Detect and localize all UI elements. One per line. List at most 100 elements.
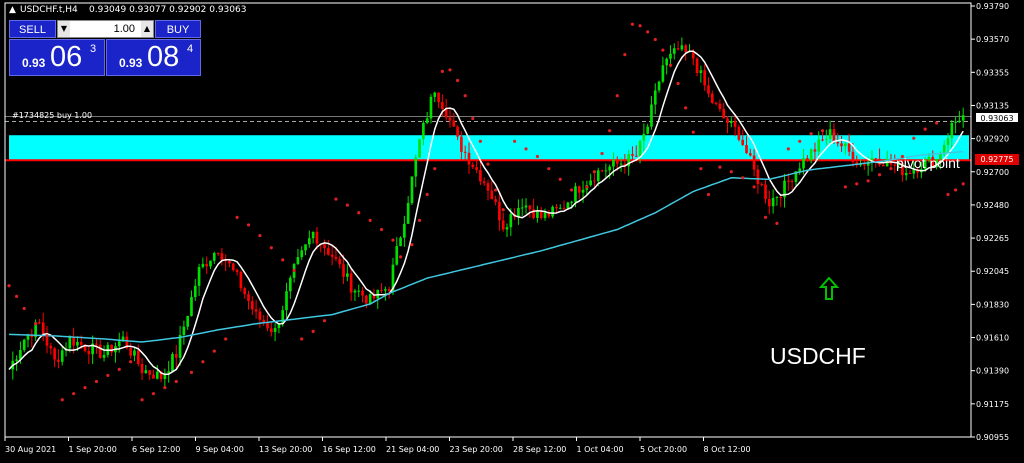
candle-body: [406, 203, 410, 224]
candle-body: [760, 184, 764, 186]
candle-body: [239, 271, 243, 289]
candle-body: [733, 120, 737, 127]
candle-body: [543, 212, 547, 218]
lot-size-value[interactable]: 1.00: [72, 21, 139, 37]
sar-dot: [676, 81, 680, 86]
candle-body: [653, 90, 657, 105]
candle-body: [676, 48, 680, 50]
buy-quote-button[interactable]: 0.93 08 4: [106, 39, 201, 76]
sar-dot: [953, 188, 958, 192]
sar-dot: [706, 192, 711, 197]
candle-body: [201, 263, 205, 267]
buy-quote-fraction: 4: [187, 43, 194, 55]
sar-dot: [34, 322, 38, 326]
sar-dot: [752, 185, 756, 189]
sar-dot: [292, 268, 296, 273]
candle-body: [327, 248, 330, 255]
candle-body: [809, 149, 813, 161]
sar-dot: [448, 68, 452, 72]
sar-dot: [535, 154, 540, 159]
x-tick-label: 1 Oct 04:00: [577, 445, 624, 454]
candle-body: [254, 309, 258, 312]
candle-body: [847, 143, 851, 152]
sar-dot: [425, 192, 429, 197]
sar-dot: [106, 373, 110, 378]
candle-body: [174, 354, 178, 358]
x-tick-label: 6 Sep 12:00: [132, 445, 180, 454]
candle-body: [604, 170, 608, 172]
candle-body: [193, 285, 197, 297]
candle-body: [528, 205, 532, 210]
candle-body: [954, 121, 957, 123]
lot-increase-icon[interactable]: ▲: [141, 21, 153, 37]
sar-dot: [668, 63, 673, 67]
sar-dot: [471, 116, 475, 121]
candle-body: [87, 350, 91, 355]
candle-body: [315, 231, 319, 244]
candle-body: [851, 151, 855, 163]
sar-dot: [570, 188, 574, 192]
candle-body: [380, 289, 383, 291]
candle-body: [136, 350, 140, 365]
sar-dot: [501, 208, 505, 212]
candle-body: [950, 122, 954, 139]
candle-body: [684, 45, 688, 53]
candle-body: [593, 180, 596, 182]
sar-dot: [513, 139, 517, 143]
candle-body: [57, 359, 60, 362]
candle-body: [615, 160, 619, 164]
candle-body: [304, 244, 307, 251]
fast-ma-line: [8, 50, 964, 376]
candle-body: [68, 336, 72, 349]
buy-button[interactable]: BUY: [155, 20, 201, 38]
candle-body: [756, 169, 760, 185]
sar-dot: [322, 319, 327, 323]
candle-body: [498, 201, 501, 221]
candle-body: [220, 253, 224, 260]
candle-body: [650, 104, 653, 127]
sar-dot: [269, 246, 273, 250]
candle-body: [802, 158, 805, 169]
sar-dot: [623, 53, 627, 57]
x-tick-label: 28 Sep 12:00: [513, 445, 566, 454]
sar-dot: [923, 127, 927, 131]
candle-body: [737, 126, 741, 140]
y-tick-label: 0.90955: [976, 433, 1009, 442]
sar-dot: [224, 337, 228, 341]
y-tick-label: 0.93355: [976, 68, 1009, 77]
sar-dot: [246, 223, 251, 227]
candle-body: [619, 163, 623, 165]
candle-body: [235, 270, 239, 272]
pivot-point-label: pivot point: [896, 155, 960, 171]
candle-body: [646, 126, 649, 134]
candle-body: [779, 197, 783, 199]
sar-dot: [398, 255, 403, 259]
candle-body: [612, 160, 615, 167]
candle-body: [129, 348, 132, 356]
candle-body: [524, 205, 528, 208]
candle-body: [958, 120, 961, 122]
y-tick-label: 0.91390: [976, 367, 1009, 376]
lot-decrease-icon[interactable]: ▼: [58, 21, 70, 37]
candle-body: [699, 70, 703, 74]
candle-body: [821, 139, 824, 141]
sell-quote-button[interactable]: 0.93 06 3: [9, 39, 105, 76]
candle-body: [285, 291, 288, 311]
sar-dot: [410, 243, 414, 247]
lot-size-input[interactable]: ▼ 1.00 ▲: [57, 20, 154, 38]
candle-body: [672, 48, 676, 54]
candle-body: [60, 350, 64, 362]
candle-body: [501, 220, 505, 230]
sar-dot: [189, 370, 194, 374]
sar-dot: [889, 167, 893, 171]
sell-button[interactable]: SELL: [9, 20, 56, 38]
buy-quote-prefix: 0.93: [119, 56, 143, 70]
candle-body: [863, 164, 866, 166]
symbol-watermark: USDCHF: [770, 343, 866, 369]
candle-body: [479, 169, 482, 182]
candle-body: [209, 260, 212, 267]
candle-body: [775, 197, 779, 199]
sar-dot: [615, 94, 619, 98]
candle-body: [456, 126, 459, 137]
candle-body: [414, 157, 418, 177]
